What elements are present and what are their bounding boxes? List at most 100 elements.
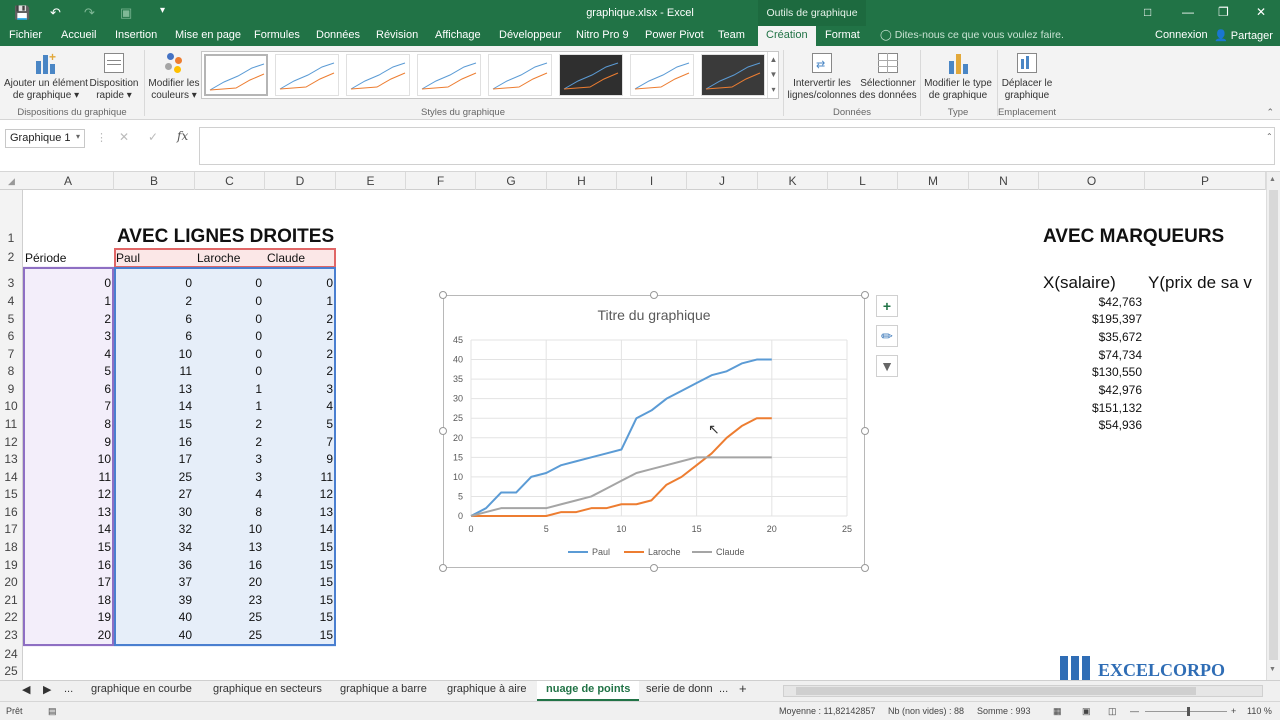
enter-icon[interactable]: ✓ xyxy=(148,130,158,144)
select-all-icon[interactable]: ◢ xyxy=(8,176,15,187)
sheet-more-right[interactable]: ... xyxy=(719,683,728,695)
table-cell[interactable]: 2 xyxy=(23,311,114,329)
table-cell[interactable]: 32 xyxy=(114,521,195,539)
table-cell[interactable]: 4 xyxy=(195,486,265,504)
tab-nitro[interactable]: Nitro Pro 9 xyxy=(576,29,629,41)
vertical-scrollbar[interactable]: ▲ ▼ xyxy=(1266,172,1280,680)
name-box[interactable]: Graphique 1 ▾ xyxy=(5,129,85,148)
column-header-c[interactable]: C xyxy=(195,172,265,190)
horizontal-scrollbar[interactable] xyxy=(783,685,1263,697)
table-cell[interactable]: 9 xyxy=(23,434,114,452)
sheet-tab-aire[interactable]: graphique à aire xyxy=(447,683,527,695)
switch-row-column-button[interactable]: ⇄ Intervertir les lignes/colonnes xyxy=(786,51,858,102)
table-cell[interactable]: 0 xyxy=(195,363,265,381)
table-cell[interactable]: 15 xyxy=(265,574,336,592)
table-cell[interactable]: 10 xyxy=(114,346,195,364)
resize-handle[interactable] xyxy=(861,291,869,299)
resize-handle[interactable] xyxy=(439,291,447,299)
table-cell[interactable]: 8 xyxy=(195,504,265,522)
table-cell[interactable]: 0 xyxy=(195,346,265,364)
chart-styles-gallery[interactable]: ▲ ▼ ▾ xyxy=(201,51,779,99)
header-periode[interactable]: Période xyxy=(25,250,114,268)
table-cell[interactable]: 4 xyxy=(265,398,336,416)
page-break-view-icon[interactable]: ◫ xyxy=(1108,706,1117,717)
table-cell[interactable]: 2 xyxy=(265,311,336,329)
tab-power-pivot[interactable]: Power Pivot xyxy=(645,29,704,41)
salary-cell[interactable]: $54,936 xyxy=(1039,417,1145,435)
header-laroche[interactable]: Laroche xyxy=(197,250,265,268)
row-header[interactable]: 9 xyxy=(0,381,22,398)
table-cell[interactable]: 16 xyxy=(23,557,114,575)
table-cell[interactable]: 3 xyxy=(195,469,265,487)
chart-style-8[interactable] xyxy=(701,54,765,96)
table-cell[interactable]: 13 xyxy=(23,504,114,522)
salary-cell[interactable]: $42,976 xyxy=(1039,382,1145,400)
table-cell[interactable]: 16 xyxy=(114,434,195,452)
table-cell[interactable]: 2 xyxy=(265,328,336,346)
table-cell[interactable]: 30 xyxy=(114,504,195,522)
column-header-e[interactable]: E xyxy=(336,172,406,190)
table-cell[interactable]: 40 xyxy=(114,627,195,645)
table-cell[interactable]: 15 xyxy=(114,416,195,434)
table-cell[interactable]: 9 xyxy=(265,451,336,469)
table-cell[interactable]: 27 xyxy=(114,486,195,504)
table-cell[interactable]: 0 xyxy=(195,293,265,311)
collapse-ribbon-icon[interactable]: ⌃ xyxy=(1266,107,1274,118)
table-cell[interactable]: 1 xyxy=(195,398,265,416)
table-cell[interactable]: 10 xyxy=(195,521,265,539)
chart-elements-button[interactable]: + xyxy=(876,295,898,317)
sheet-scroll-right-icon[interactable]: ▶ xyxy=(43,683,51,696)
row-header[interactable]: 4 xyxy=(0,293,22,310)
table-cell[interactable]: 12 xyxy=(23,486,114,504)
table-cell[interactable]: 0 xyxy=(195,328,265,346)
formula-input[interactable] xyxy=(199,127,1275,165)
signin-link[interactable]: Connexion xyxy=(1155,29,1208,41)
table-cell[interactable]: 2 xyxy=(114,293,195,311)
row-header[interactable]: 6 xyxy=(0,328,22,345)
column-header-f[interactable]: F xyxy=(406,172,476,190)
tab-fichier[interactable]: Fichier xyxy=(9,29,42,41)
table-cell[interactable]: 18 xyxy=(23,592,114,610)
sheet-tab-serie[interactable]: serie de donn xyxy=(646,683,713,695)
table-cell[interactable]: 17 xyxy=(23,574,114,592)
table-cell[interactable]: 15 xyxy=(265,627,336,645)
zoom-in-icon[interactable]: + xyxy=(1231,706,1236,716)
column-header-d[interactable]: D xyxy=(265,172,336,190)
table-cell[interactable]: 8 xyxy=(23,416,114,434)
row-header[interactable]: 25 xyxy=(0,663,22,680)
scroll-up-icon[interactable]: ▲ xyxy=(1269,176,1276,183)
table-cell[interactable]: 14 xyxy=(265,521,336,539)
table-cell[interactable]: 2 xyxy=(195,416,265,434)
row-header[interactable]: 21 xyxy=(0,592,22,609)
row-header[interactable]: 16 xyxy=(0,504,22,521)
tab-insertion[interactable]: Insertion xyxy=(115,29,157,41)
horizontal-scroll-thumb[interactable] xyxy=(796,687,1196,695)
table-cell[interactable]: 6 xyxy=(114,328,195,346)
share-button[interactable]: 👤 Partager xyxy=(1214,29,1273,42)
table-cell[interactable]: 16 xyxy=(195,557,265,575)
sheet-tab-barre[interactable]: graphique a barre xyxy=(340,683,427,695)
table-cell[interactable]: 1 xyxy=(23,293,114,311)
row-header[interactable]: 15 xyxy=(0,486,22,503)
restore-icon[interactable]: ❐ xyxy=(1218,5,1229,19)
sheet-more-left[interactable]: ... xyxy=(64,683,73,695)
row-header[interactable]: 5 xyxy=(0,311,22,328)
table-cell[interactable]: 3 xyxy=(195,451,265,469)
column-header-l[interactable]: L xyxy=(828,172,898,190)
chart-style-4[interactable] xyxy=(417,54,481,96)
resize-handle[interactable] xyxy=(650,564,658,572)
table-cell[interactable]: 34 xyxy=(114,539,195,557)
chart-filters-button[interactable]: ▼ xyxy=(876,355,898,377)
row-header[interactable]: 3 xyxy=(0,275,22,292)
table-cell[interactable]: 11 xyxy=(114,363,195,381)
sheet-tab-secteurs[interactable]: graphique en secteurs xyxy=(213,683,322,695)
table-cell[interactable]: 7 xyxy=(265,434,336,452)
table-cell[interactable]: 40 xyxy=(114,609,195,627)
table-cell[interactable]: 14 xyxy=(114,398,195,416)
row-header[interactable]: 8 xyxy=(0,363,22,380)
table-cell[interactable]: 20 xyxy=(195,574,265,592)
table-cell[interactable]: 12 xyxy=(265,486,336,504)
minimize-icon[interactable]: — xyxy=(1182,5,1194,19)
chart-style-2[interactable] xyxy=(275,54,339,96)
salary-cell[interactable]: $74,734 xyxy=(1039,347,1145,365)
